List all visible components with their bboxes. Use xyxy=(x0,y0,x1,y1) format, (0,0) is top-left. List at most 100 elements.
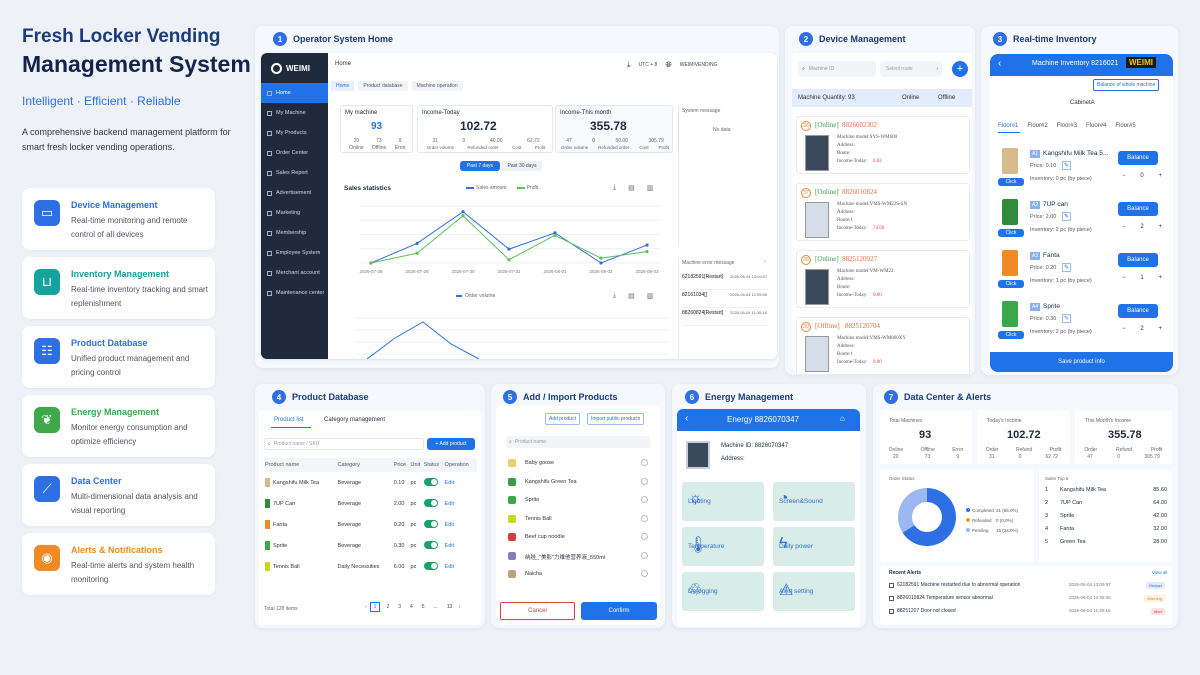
edit-icon[interactable]: ✎ xyxy=(1062,314,1072,323)
quantity-stepper[interactable]: −2 + xyxy=(1122,326,1162,332)
edit-link[interactable]: Edit xyxy=(445,472,477,493)
list-item[interactable]: 纳娃_"美影"力维他营养液_550ml xyxy=(508,551,648,563)
minus-icon[interactable]: − xyxy=(1122,224,1126,230)
plus-icon[interactable]: + xyxy=(1158,275,1162,281)
quantity-stepper[interactable]: −2 + xyxy=(1122,224,1162,230)
machine-id-search[interactable]: ⌕ Machine ID xyxy=(798,61,876,77)
home-icon[interactable]: ⌂ xyxy=(840,414,845,423)
sidebar-item[interactable]: Order Center xyxy=(261,143,328,163)
sidebar-item[interactable]: Employee System xyxy=(261,243,328,263)
next-page-icon[interactable]: › xyxy=(458,604,460,610)
balance-whole-machine-button[interactable]: Balance of whole machine xyxy=(1093,79,1160,91)
import-search-input[interactable]: ⌕ Product name xyxy=(506,436,650,448)
page-number[interactable]: 1 xyxy=(369,602,381,612)
product-search-input[interactable]: ⌕ Product name / SKU xyxy=(264,438,424,450)
bar-chart2-icon[interactable]: ▤ xyxy=(628,292,635,300)
cancel-button[interactable]: Cancel xyxy=(500,602,575,620)
sidebar-item[interactable]: Maintenance center xyxy=(261,283,328,303)
page-number[interactable]: 13 xyxy=(444,603,456,611)
sidebar-item[interactable]: Home xyxy=(261,83,328,103)
sidebar-item[interactable]: Marketing xyxy=(261,203,328,223)
sidebar-item[interactable]: My Products xyxy=(261,123,328,143)
radio-button[interactable] xyxy=(641,551,648,559)
plus-icon[interactable]: + xyxy=(1158,173,1162,179)
click-button[interactable]: Click xyxy=(998,331,1024,339)
edit-icon[interactable]: ✎ xyxy=(1062,212,1072,221)
add-product-tab[interactable]: Add product xyxy=(545,413,580,425)
tab-machine-op[interactable]: Machine operation xyxy=(411,81,463,91)
download-chart2-icon[interactable]: ⤓ xyxy=(613,292,616,300)
list-item[interactable]: Baby goose xyxy=(508,458,648,470)
edit-link[interactable]: Edit xyxy=(445,514,477,535)
page-number[interactable]: 5 xyxy=(419,603,428,611)
page-number[interactable]: ... xyxy=(431,603,441,611)
error-item[interactable]: 88260824[Restart] 2026-06-04 11:30:16 xyxy=(682,308,768,326)
energy-tile[interactable]: Defogging ♲ xyxy=(682,572,764,611)
plus-icon[interactable]: + xyxy=(1158,326,1162,332)
list-item[interactable]: Naicha xyxy=(508,569,648,581)
alert-item[interactable]: 62182591 Machine restarted due to abnorm… xyxy=(889,582,1165,592)
save-product-info-button[interactable]: Save product info xyxy=(990,352,1173,372)
error-item[interactable]: 82161034[] 2026-06-04 12:55:06 xyxy=(682,290,768,308)
radio-button[interactable] xyxy=(641,514,648,522)
page-number[interactable]: 3 xyxy=(395,603,404,611)
floor-tab[interactable]: Floor#5 xyxy=(1115,123,1135,129)
cabinet-tab[interactable]: CabinetA xyxy=(1070,100,1095,106)
sidebar-item[interactable]: Membership xyxy=(261,223,328,243)
alert-item[interactable]: 88251207 Door not closed 2026-06-04 11:30… xyxy=(889,608,1165,618)
globe-icon[interactable]: 🌐︎ xyxy=(665,60,671,70)
download-chart-icon[interactable]: ⤓ xyxy=(613,184,616,192)
floor-tab[interactable]: Floor#3 xyxy=(1057,123,1077,129)
page-number[interactable]: 2 xyxy=(383,603,392,611)
status-toggle[interactable] xyxy=(423,477,438,486)
sidebar-item[interactable]: Advertisement xyxy=(261,183,328,203)
download-icon[interactable]: ⤓ xyxy=(627,60,631,70)
radio-button[interactable] xyxy=(641,496,648,503)
line-chart-icon[interactable]: ▥ xyxy=(647,184,654,192)
floor-tab[interactable]: Floor#1 xyxy=(998,123,1018,129)
status-toggle[interactable] xyxy=(423,540,438,549)
filter-online[interactable]: Online xyxy=(902,95,938,101)
line-chart2-icon[interactable]: ▥ xyxy=(647,292,654,300)
import-public-tab[interactable]: Import public products xyxy=(587,413,645,425)
quantity-stepper[interactable]: −1 + xyxy=(1122,275,1162,281)
sidebar-item[interactable]: Merchant account xyxy=(261,263,328,283)
balance-button[interactable]: Balance xyxy=(1118,202,1158,216)
list-item[interactable]: Kangshifu Green Tea xyxy=(508,477,648,489)
tab-category[interactable]: Category management xyxy=(324,417,385,423)
click-button[interactable]: Click xyxy=(998,178,1024,186)
floor-tab[interactable]: Floor#4 xyxy=(1086,123,1106,129)
click-button[interactable]: Click xyxy=(998,280,1024,288)
machine-list-item[interactable]: 38 [Online] 8825120927 Machine model:VM-WM2… xyxy=(796,250,970,308)
back-icon[interactable]: ‹ xyxy=(998,58,1001,69)
minus-icon[interactable]: − xyxy=(1122,326,1126,332)
edit-link[interactable]: Edit xyxy=(445,535,477,556)
machine-list-item[interactable]: 39 [Offline] 8825120704 Machine model:VMS-W… xyxy=(796,317,970,375)
status-toggle[interactable] xyxy=(423,561,438,570)
balance-button[interactable]: Balance xyxy=(1118,253,1158,267)
list-item[interactable]: Tennis Ball xyxy=(508,514,648,526)
bar-chart-icon[interactable]: ▤ xyxy=(628,184,635,192)
click-button[interactable]: Click xyxy=(998,229,1024,237)
machine-list-item[interactable]: 36 [Online] 8826602302 Machine model:SYS-WM… xyxy=(796,116,970,174)
edit-icon[interactable]: ✎ xyxy=(1062,263,1072,272)
minus-icon[interactable]: − xyxy=(1122,173,1126,179)
error-item[interactable]: 62182591[Restart] 2026-06-04 13:09:07 xyxy=(682,272,768,290)
add-product-button[interactable]: + Add product xyxy=(427,438,475,450)
status-toggle[interactable] xyxy=(423,519,438,528)
list-item[interactable]: Beef cup noodle xyxy=(508,532,648,544)
confirm-button[interactable]: Confirm xyxy=(581,602,657,620)
radio-button[interactable] xyxy=(641,477,648,485)
edit-icon[interactable]: ✎ xyxy=(1062,161,1072,170)
prev-page-icon[interactable]: ‹ xyxy=(365,604,367,610)
energy-tile[interactable]: Temperature 🌡︎ xyxy=(682,527,764,566)
past-30-days-button[interactable]: Past 30 days xyxy=(502,161,542,171)
utc-selector[interactable]: UTC + 8 xyxy=(639,62,658,68)
route-select[interactable]: Select route › xyxy=(880,61,942,77)
tab-home[interactable]: Home xyxy=(331,81,355,91)
radio-button[interactable] xyxy=(641,459,648,466)
sidebar-item[interactable]: My Machine xyxy=(261,103,328,123)
user-menu[interactable]: WEIMIVENDING xyxy=(680,62,718,68)
status-toggle[interactable] xyxy=(423,498,438,507)
add-machine-button[interactable]: + xyxy=(952,61,968,77)
